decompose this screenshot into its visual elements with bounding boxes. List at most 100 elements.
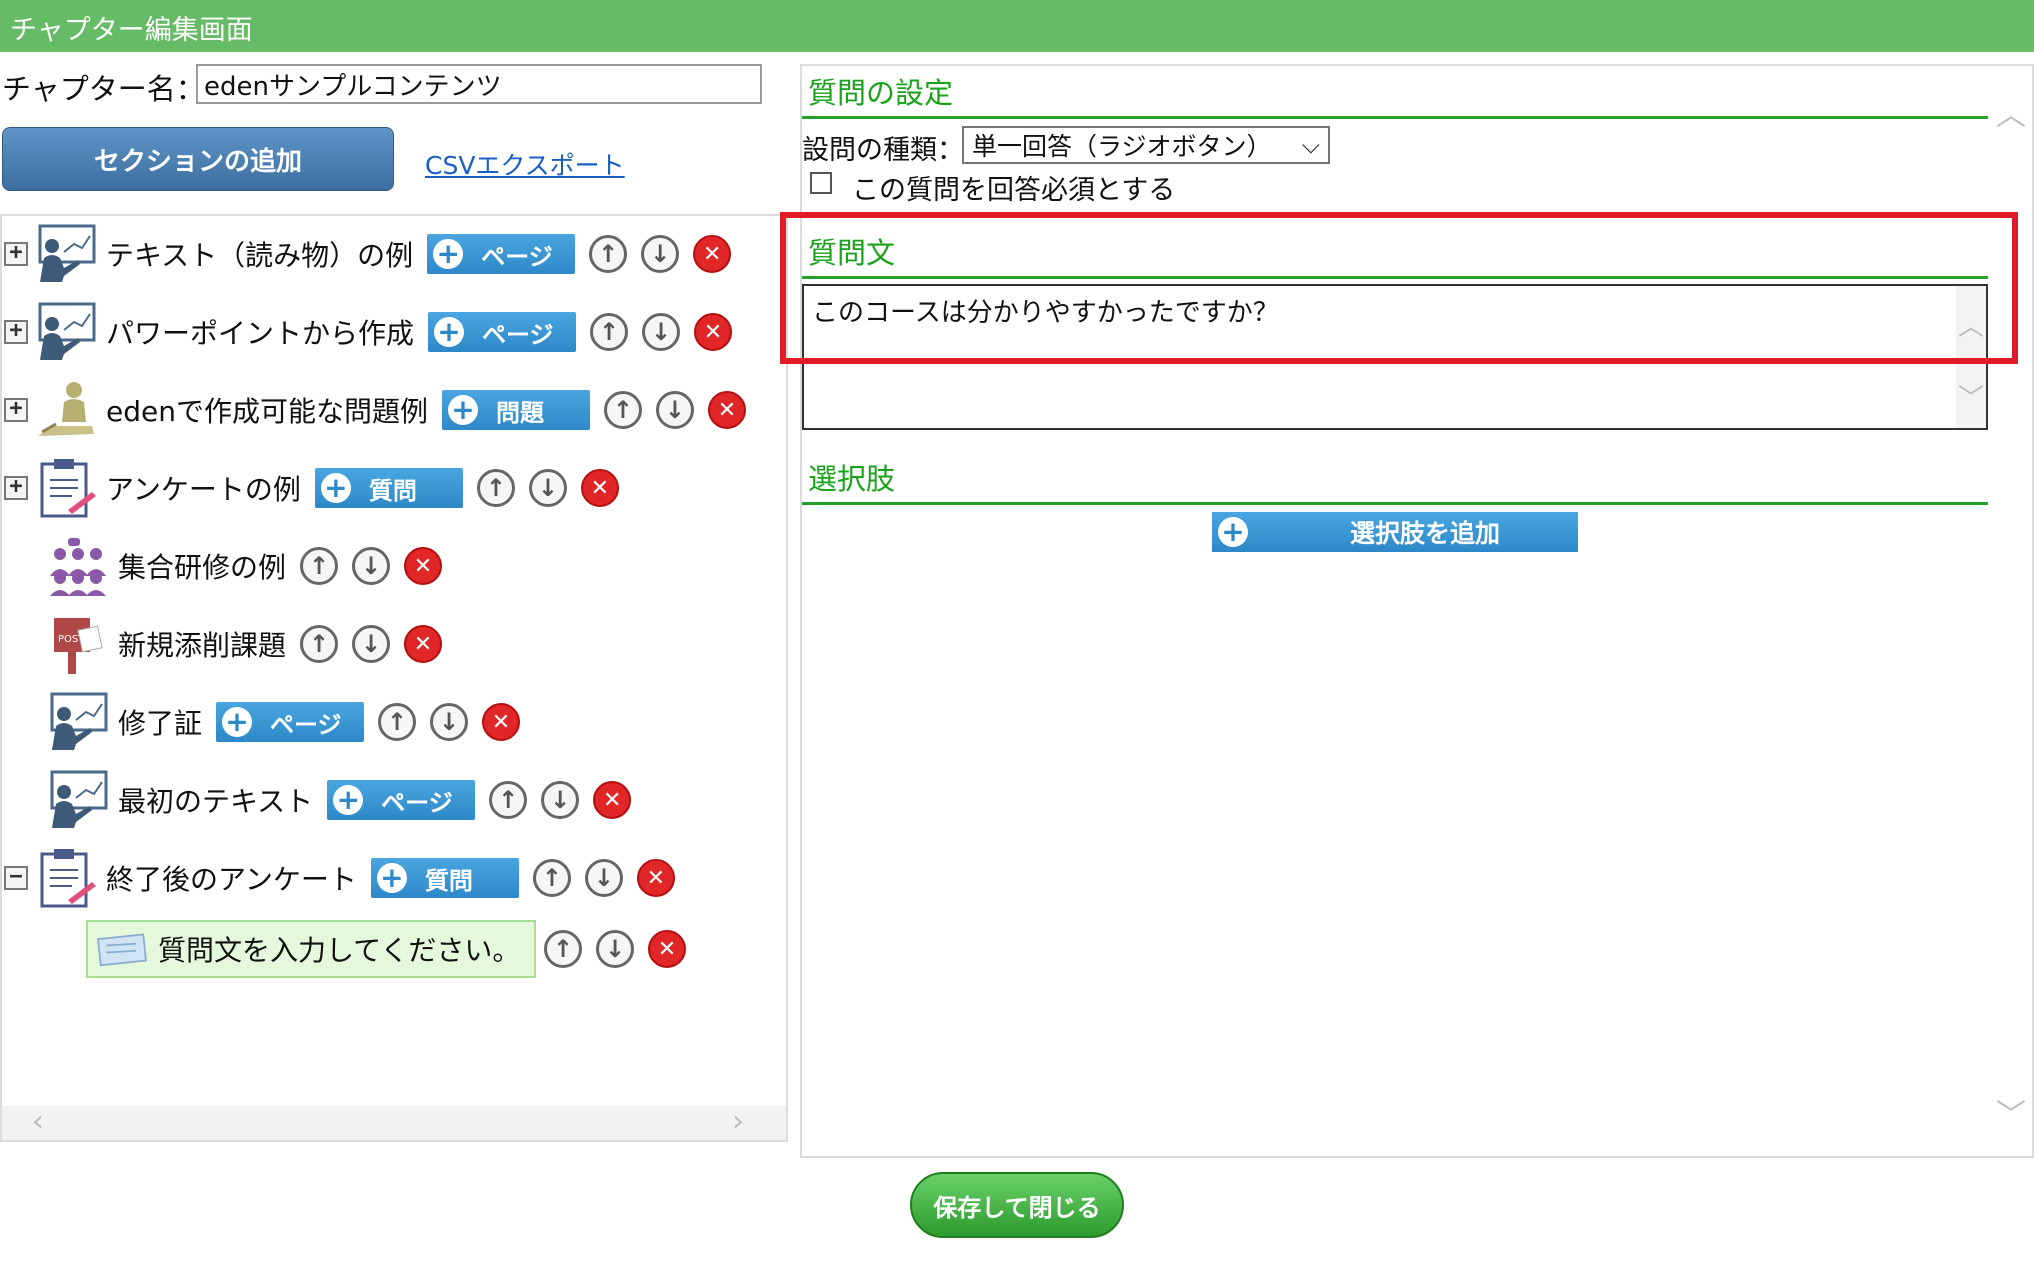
delete-button[interactable]: ✕: [482, 703, 521, 741]
tree-item[interactable]: + テキスト（読み物）の例 + ページ ↑ ↓ ✕: [4, 226, 745, 282]
question-type-label: 設問の種類：: [802, 135, 964, 166]
tree-item-label[interactable]: 新規添削課題: [118, 624, 286, 664]
expand-icon[interactable]: +: [4, 476, 28, 500]
add-page-button[interactable]: + ページ: [427, 234, 576, 274]
tree-item-label[interactable]: 終了後のアンケート: [106, 858, 357, 898]
question-type-select[interactable]: 単一回答（ラジオボタン） ⌵: [962, 126, 1330, 164]
chevron-down-icon: ⌵: [1301, 131, 1320, 159]
group-training-icon: [46, 534, 110, 598]
scroll-up-icon[interactable]: ︿: [1996, 90, 2026, 134]
move-down-button[interactable]: ↓: [584, 859, 623, 897]
teacher-icon: [34, 222, 98, 286]
teacher-icon: [46, 690, 110, 754]
plus-icon: +: [447, 395, 478, 425]
divider: [802, 502, 1988, 505]
tree-item[interactable]: − 終了後のアンケート + 質問 ↑ ↓ ✕: [4, 850, 689, 906]
delete-button[interactable]: ✕: [580, 469, 619, 507]
chapter-name-label: チャプター名：: [2, 72, 205, 106]
move-up-button[interactable]: ↑: [378, 703, 417, 741]
teacher-icon: [46, 768, 110, 832]
tree-item[interactable]: 最初のテキスト + ページ ↑ ↓ ✕: [46, 772, 645, 828]
delete-button[interactable]: ✕: [404, 625, 443, 663]
delete-button[interactable]: ✕: [693, 235, 732, 273]
plus-icon: +: [434, 317, 465, 347]
scroll-down-icon[interactable]: ﹀: [1996, 1090, 2026, 1134]
tree-item-label[interactable]: アンケートの例: [106, 468, 301, 508]
save-and-close-button[interactable]: 保存して閉じる: [910, 1172, 1124, 1238]
delete-button[interactable]: ✕: [694, 313, 733, 351]
plus-icon: +: [376, 863, 407, 893]
delete-button[interactable]: ✕: [707, 391, 746, 429]
delete-button[interactable]: ✕: [593, 781, 632, 819]
move-up-button[interactable]: ↑: [476, 469, 515, 507]
move-down-button[interactable]: ↓: [642, 313, 681, 351]
move-up-button[interactable]: ↑: [300, 625, 339, 663]
tree-item-label[interactable]: 最初のテキスト: [118, 780, 313, 820]
add-page-button[interactable]: + ページ: [216, 702, 365, 742]
move-down-button[interactable]: ↓: [596, 930, 634, 968]
move-down-button[interactable]: ↓: [352, 547, 391, 585]
plus-icon: +: [1218, 517, 1248, 547]
move-up-button[interactable]: ↑: [532, 859, 571, 897]
highlight-annotation: [780, 212, 2018, 364]
divider: [802, 116, 1988, 119]
tree-item-label[interactable]: テキスト（読み物）の例: [106, 234, 413, 274]
scroll-left-icon[interactable]: ‹: [32, 1104, 44, 1139]
settings-heading: 質問の設定: [808, 76, 954, 110]
plus-icon: +: [222, 707, 253, 737]
move-down-button[interactable]: ↓: [655, 391, 694, 429]
add-section-button[interactable]: セクションの追加: [2, 127, 394, 191]
expand-icon[interactable]: +: [4, 320, 28, 344]
selected-node-actions: ↑ ↓ ✕: [544, 921, 700, 977]
delete-button[interactable]: ✕: [636, 859, 675, 897]
move-up-button[interactable]: ↑: [603, 391, 642, 429]
window-title: チャプター編集画面: [10, 15, 253, 46]
move-down-button[interactable]: ↓: [352, 625, 391, 663]
tree-item[interactable]: 集合研修の例 ↑ ↓ ✕: [46, 538, 456, 594]
teacher-icon: [34, 300, 98, 364]
tree-horizontal-scrollbar[interactable]: ‹ ›: [2, 1104, 786, 1140]
move-up-button[interactable]: ↑: [589, 235, 628, 273]
scroll-down-icon[interactable]: ﹀: [1958, 378, 1984, 415]
chapter-name-input[interactable]: [196, 64, 762, 104]
tree-item[interactable]: 新規添削課題 ↑ ↓ ✕: [46, 616, 456, 672]
csv-export-link[interactable]: CSVエクスポート: [425, 146, 625, 182]
move-down-button[interactable]: ↓: [641, 235, 680, 273]
add-choice-button[interactable]: + 選択肢を追加: [1212, 512, 1578, 552]
add-problem-button[interactable]: + 問題: [441, 390, 590, 430]
plus-icon: +: [433, 239, 464, 269]
selected-question-node[interactable]: 質問文を入力してください。: [86, 920, 536, 978]
tree-item[interactable]: + パワーポイントから作成 + ページ ↑ ↓ ✕: [4, 304, 746, 360]
move-down-button[interactable]: ↓: [528, 469, 567, 507]
add-page-button[interactable]: + ページ: [428, 312, 577, 352]
expand-icon[interactable]: +: [4, 398, 28, 422]
collapse-icon[interactable]: −: [4, 866, 28, 890]
tree-item-label[interactable]: 質問文を入力してください。: [158, 929, 520, 969]
question-card-icon: [94, 921, 150, 977]
required-checkbox[interactable]: [810, 172, 832, 194]
add-question-button[interactable]: + 質問: [314, 468, 463, 508]
move-up-button[interactable]: ↑: [590, 313, 629, 351]
move-up-button[interactable]: ↑: [300, 547, 339, 585]
move-down-button[interactable]: ↓: [430, 703, 469, 741]
tree-item[interactable]: + アンケートの例 + 質問 ↑ ↓ ✕: [4, 460, 633, 516]
move-up-button[interactable]: ↑: [544, 930, 582, 968]
tree-item-label[interactable]: edenで作成可能な問題例: [106, 390, 428, 430]
add-question-button[interactable]: + 質問: [370, 858, 519, 898]
move-up-button[interactable]: ↑: [489, 781, 528, 819]
post-box-icon: [46, 612, 110, 676]
scroll-right-icon[interactable]: ›: [732, 1104, 744, 1139]
plus-icon: +: [333, 785, 364, 815]
expand-icon[interactable]: +: [4, 242, 28, 266]
move-down-button[interactable]: ↓: [541, 781, 580, 819]
add-page-button[interactable]: + ページ: [327, 780, 476, 820]
tree-item-label[interactable]: 集合研修の例: [118, 546, 286, 586]
delete-button[interactable]: ✕: [404, 547, 443, 585]
delete-button[interactable]: ✕: [648, 930, 686, 968]
clipboard-icon: [34, 456, 98, 520]
tree-item-label[interactable]: パワーポイントから作成: [106, 312, 414, 352]
tree-item-label[interactable]: 修了証: [118, 702, 202, 742]
tree-item[interactable]: 修了証 + ページ ↑ ↓ ✕: [46, 694, 534, 750]
tree-item[interactable]: + edenで作成可能な問題例 + 問題 ↑ ↓ ✕: [4, 382, 760, 438]
choices-heading: 選択肢: [808, 462, 896, 496]
